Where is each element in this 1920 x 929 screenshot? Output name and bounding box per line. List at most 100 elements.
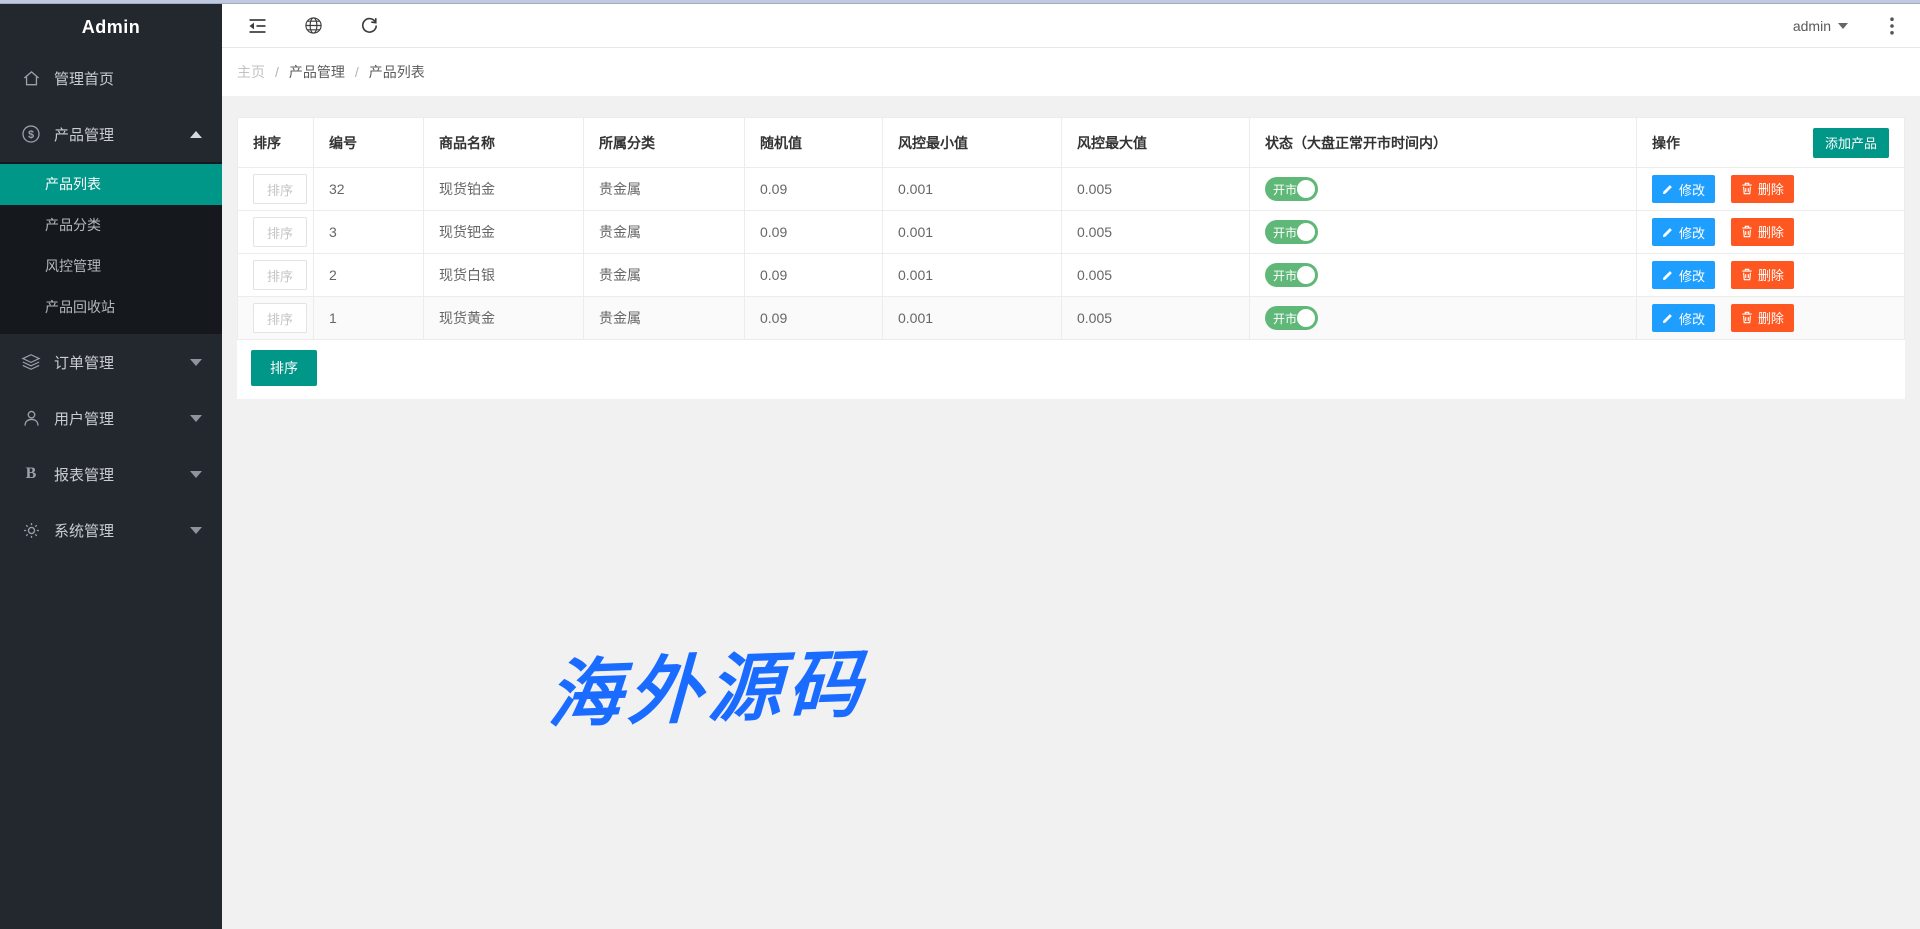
cell-max: 0.005 [1062,211,1250,254]
sidebar-item-reports[interactable]: B 报表管理 [0,446,222,502]
breadcrumb-home[interactable]: 主页 [237,62,265,82]
user-menu[interactable]: admin [1793,18,1848,34]
breadcrumb-product-management[interactable]: 产品管理 [289,62,345,82]
product-table-card: 排序 编号 商品名称 所属分类 随机值 风控最小值 风控最大值 状态（大盘正常开… [237,117,1905,399]
cell-min: 0.001 [883,211,1062,254]
report-b-icon: B [21,464,41,484]
table-row: 排序 2 现货白银 贵金属 0.09 0.001 0.005 开市 [238,254,1905,297]
sidebar-item-label: 报表管理 [54,464,190,485]
delete-button[interactable]: 删除 [1731,261,1794,289]
trash-icon [1741,182,1753,195]
cell-random: 0.09 [745,297,883,340]
cell-name: 现货铂金 [424,168,584,211]
brand-title: Admin [0,4,222,50]
status-toggle-on[interactable]: 开市 [1265,177,1318,201]
row-sort-button[interactable]: 排序 [253,303,307,333]
username-label: admin [1793,18,1831,34]
edit-button[interactable]: 修改 [1652,218,1715,246]
col-header-actions-label: 操作 [1652,135,1680,151]
status-toggle-label: 开市 [1273,181,1297,198]
chevron-down-icon [190,527,202,534]
pencil-icon [1662,269,1674,281]
cell-name: 现货白银 [424,254,584,297]
cell-max: 0.005 [1062,168,1250,211]
sidebar-subitem-product-list[interactable]: 产品列表 [0,164,222,205]
table-footer: 排序 [237,340,1905,399]
chevron-down-icon [190,415,202,422]
table-row: 排序 32 现货铂金 贵金属 0.09 0.001 0.005 开市 [238,168,1905,211]
status-toggle-on[interactable]: 开市 [1265,306,1318,330]
cell-min: 0.001 [883,254,1062,297]
cell-max: 0.005 [1062,254,1250,297]
sidebar-item-label: 管理首页 [54,68,202,89]
sidebar-item-users[interactable]: 用户管理 [0,390,222,446]
col-header-sort: 排序 [238,118,314,168]
status-toggle-label: 开市 [1273,224,1297,241]
sidebar-item-orders[interactable]: 订单管理 [0,334,222,390]
col-header-name: 商品名称 [424,118,584,168]
cell-id: 3 [314,211,424,254]
home-icon [21,68,41,88]
batch-sort-button[interactable]: 排序 [251,350,317,386]
refresh-icon[interactable] [351,8,387,44]
edit-button[interactable]: 修改 [1652,175,1715,203]
status-toggle-label: 开市 [1273,267,1297,284]
cell-category: 贵金属 [584,254,745,297]
topbar: admin [222,4,1920,48]
col-header-actions: 操作 添加产品 [1637,118,1905,168]
row-sort-button[interactable]: 排序 [253,174,307,204]
edit-button[interactable]: 修改 [1652,261,1715,289]
sidebar-item-dashboard[interactable]: 管理首页 [0,50,222,106]
table-header-row: 排序 编号 商品名称 所属分类 随机值 风控最小值 风控最大值 状态（大盘正常开… [238,118,1905,168]
delete-button[interactable]: 删除 [1731,218,1794,246]
breadcrumb-separator: / [275,64,279,80]
status-toggle-label: 开市 [1273,310,1297,327]
kebab-menu-icon[interactable] [1890,17,1894,35]
gear-icon [21,520,41,540]
cell-name: 现货钯金 [424,211,584,254]
layers-icon [21,352,41,372]
sidebar-item-label: 系统管理 [54,520,190,541]
cell-min: 0.001 [883,168,1062,211]
pencil-icon [1662,183,1674,195]
breadcrumb-product-list[interactable]: 产品列表 [369,62,425,82]
sidebar-item-system[interactable]: 系统管理 [0,502,222,558]
trash-icon [1741,311,1753,324]
sidebar-subitem-risk-management[interactable]: 风控管理 [0,246,222,287]
caret-down-icon [1838,23,1848,29]
sidebar-subitem-product-recycle[interactable]: 产品回收站 [0,287,222,328]
row-sort-button[interactable]: 排序 [253,217,307,247]
sidebar-item-label: 订单管理 [54,352,190,373]
col-header-max: 风控最大值 [1062,118,1250,168]
collapse-sidebar-icon[interactable] [239,8,275,44]
toggle-knob [1297,309,1315,327]
chevron-down-icon [190,471,202,478]
cell-category: 贵金属 [584,168,745,211]
cell-category: 贵金属 [584,211,745,254]
cell-random: 0.09 [745,211,883,254]
toggle-knob [1297,266,1315,284]
pencil-icon [1662,226,1674,238]
product-table: 排序 编号 商品名称 所属分类 随机值 风控最小值 风控最大值 状态（大盘正常开… [237,117,1905,340]
cell-category: 贵金属 [584,297,745,340]
delete-button[interactable]: 删除 [1731,175,1794,203]
window-top-strip [0,0,1920,4]
sidebar-item-label: 产品管理 [54,124,190,145]
chevron-up-icon [190,131,202,138]
globe-icon[interactable] [295,8,331,44]
cell-min: 0.001 [883,297,1062,340]
col-header-id: 编号 [314,118,424,168]
delete-button[interactable]: 删除 [1731,304,1794,332]
edit-button[interactable]: 修改 [1652,304,1715,332]
cell-max: 0.005 [1062,297,1250,340]
user-icon [21,408,41,428]
status-toggle-on[interactable]: 开市 [1265,263,1318,287]
sidebar-subitem-product-category[interactable]: 产品分类 [0,205,222,246]
add-product-button[interactable]: 添加产品 [1813,128,1889,158]
sidebar-item-products[interactable]: $ 产品管理 [0,106,222,162]
cell-id: 2 [314,254,424,297]
table-row: 排序 1 现货黄金 贵金属 0.09 0.001 0.005 开市 [238,297,1905,340]
sidebar-item-label: 用户管理 [54,408,190,429]
status-toggle-on[interactable]: 开市 [1265,220,1318,244]
row-sort-button[interactable]: 排序 [253,260,307,290]
